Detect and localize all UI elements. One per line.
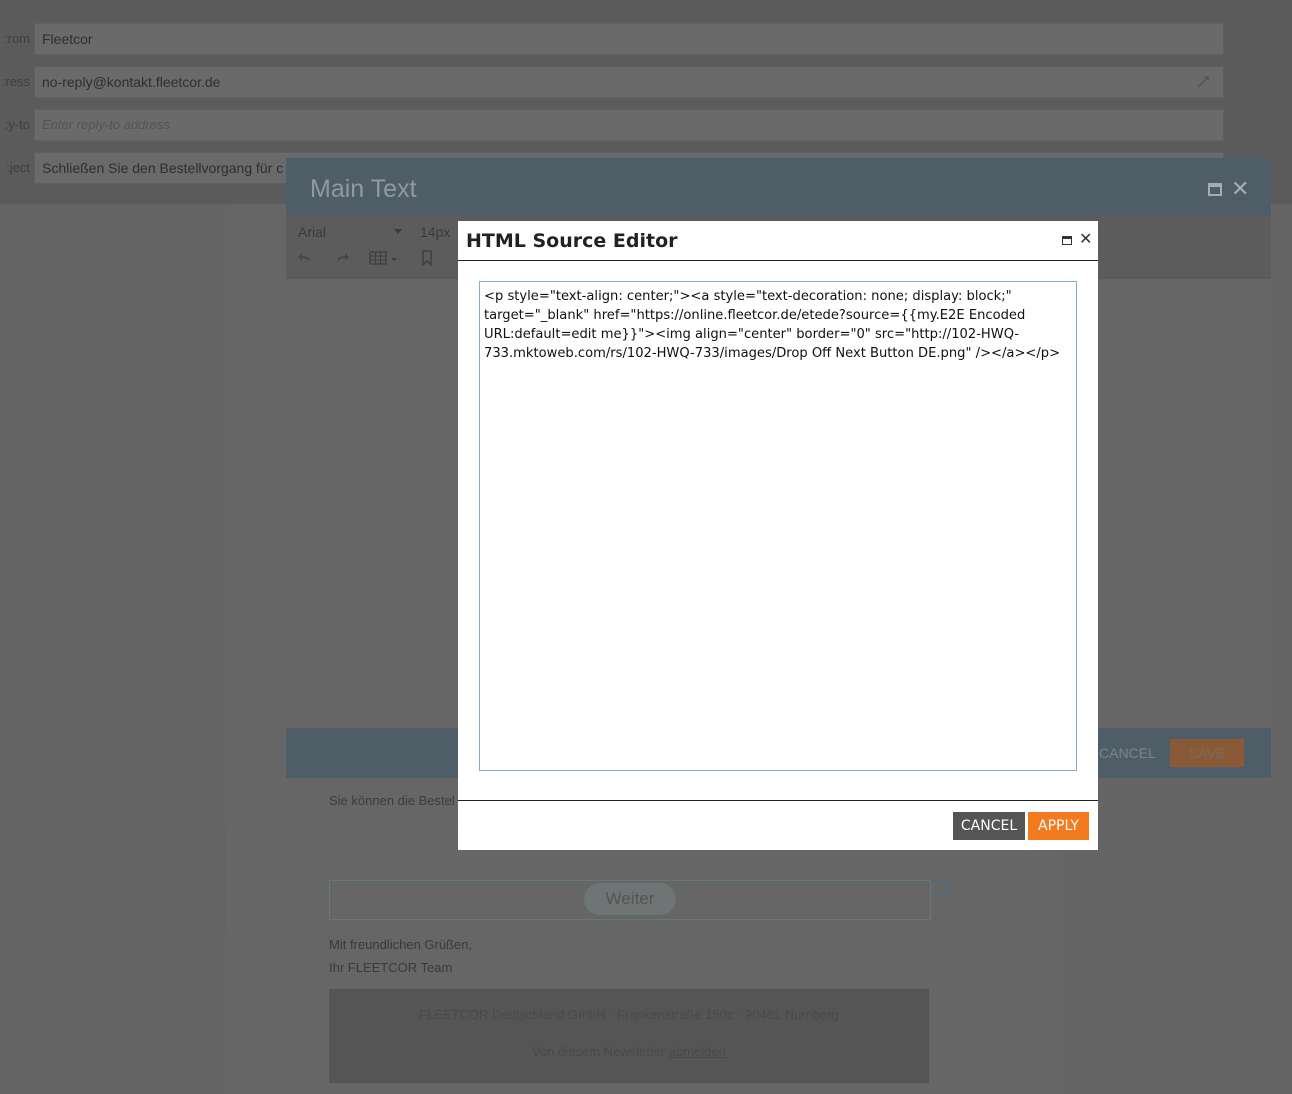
font-family-select[interactable]: Arial xyxy=(298,224,326,240)
undo-icon[interactable] xyxy=(296,250,314,266)
email-footer: FLEETCOR Deutschland GmbH · Frankenstraß… xyxy=(329,989,929,1083)
from-address-value: no-reply@kontakt.fleetcor.de xyxy=(42,74,221,90)
unsubscribe-link[interactable]: abmelden xyxy=(669,1044,726,1059)
reply-to-row: y-to: Enter reply-to address xyxy=(0,109,1230,141)
from-name-label: rom: xyxy=(3,31,30,46)
from-name-row: rom: Fleetcor xyxy=(0,23,1230,55)
font-size-select[interactable]: 14px xyxy=(420,224,450,240)
reply-to-label: y-to: xyxy=(4,117,30,132)
footer-divider xyxy=(458,800,1098,801)
apply-button[interactable]: APPLY xyxy=(1028,812,1089,840)
email-intro-text: Sie können die Bestel xyxy=(329,793,455,808)
restore-window-icon[interactable] xyxy=(1062,236,1072,245)
html-source-editor-dialog: HTML Source Editor ✕ <p style="text-alig… xyxy=(458,221,1098,850)
main-cancel-button[interactable]: CANCEL xyxy=(1099,740,1156,766)
edit-module-icon[interactable] xyxy=(933,881,947,895)
close-icon[interactable]: ✕ xyxy=(1231,175,1249,203)
from-address-field[interactable]: no-reply@kontakt.fleetcor.de xyxy=(34,66,1224,98)
main-text-titlebar: Main Text ✕ xyxy=(286,158,1271,216)
reply-to-field[interactable]: Enter reply-to address xyxy=(34,109,1224,141)
source-editor-titlebar: HTML Source Editor ✕ xyxy=(458,221,1098,261)
from-address-row: ress: no-reply@kontakt.fleetcor.de xyxy=(0,66,1230,98)
table-icon[interactable] xyxy=(369,250,401,266)
cancel-button[interactable]: CANCEL xyxy=(953,812,1025,840)
close-icon[interactable]: ✕ xyxy=(1079,230,1092,250)
source-editor-title: HTML Source Editor xyxy=(466,230,678,252)
greeting-line-2: Ihr FLEETCOR Team xyxy=(329,960,453,975)
subject-label: ject: xyxy=(6,160,30,175)
dropdown-caret-icon[interactable] xyxy=(394,229,402,234)
main-text-title: Main Text xyxy=(310,175,417,203)
greeting-line-1: Mit freundlichen Grüßen, xyxy=(329,937,473,952)
footer-unsubscribe: Von diesem Newsletter abmelden xyxy=(329,1044,929,1059)
footer-unsubscribe-prefix: Von diesem Newsletter xyxy=(532,1044,669,1059)
weiter-button[interactable]: Weiter xyxy=(584,883,676,915)
from-name-field[interactable]: Fleetcor xyxy=(34,23,1224,55)
footer-address: FLEETCOR Deutschland GmbH · Frankenstraß… xyxy=(419,1007,839,1022)
redo-icon[interactable] xyxy=(333,250,351,266)
bookmark-icon[interactable] xyxy=(420,250,434,266)
lock-icon xyxy=(1197,76,1209,88)
restore-window-icon[interactable] xyxy=(1208,183,1222,196)
from-address-label: ress: xyxy=(1,74,30,89)
html-source-textarea[interactable]: <p style="text-align: center;"><a style=… xyxy=(479,281,1077,771)
main-save-button[interactable]: SAVE xyxy=(1170,739,1244,767)
